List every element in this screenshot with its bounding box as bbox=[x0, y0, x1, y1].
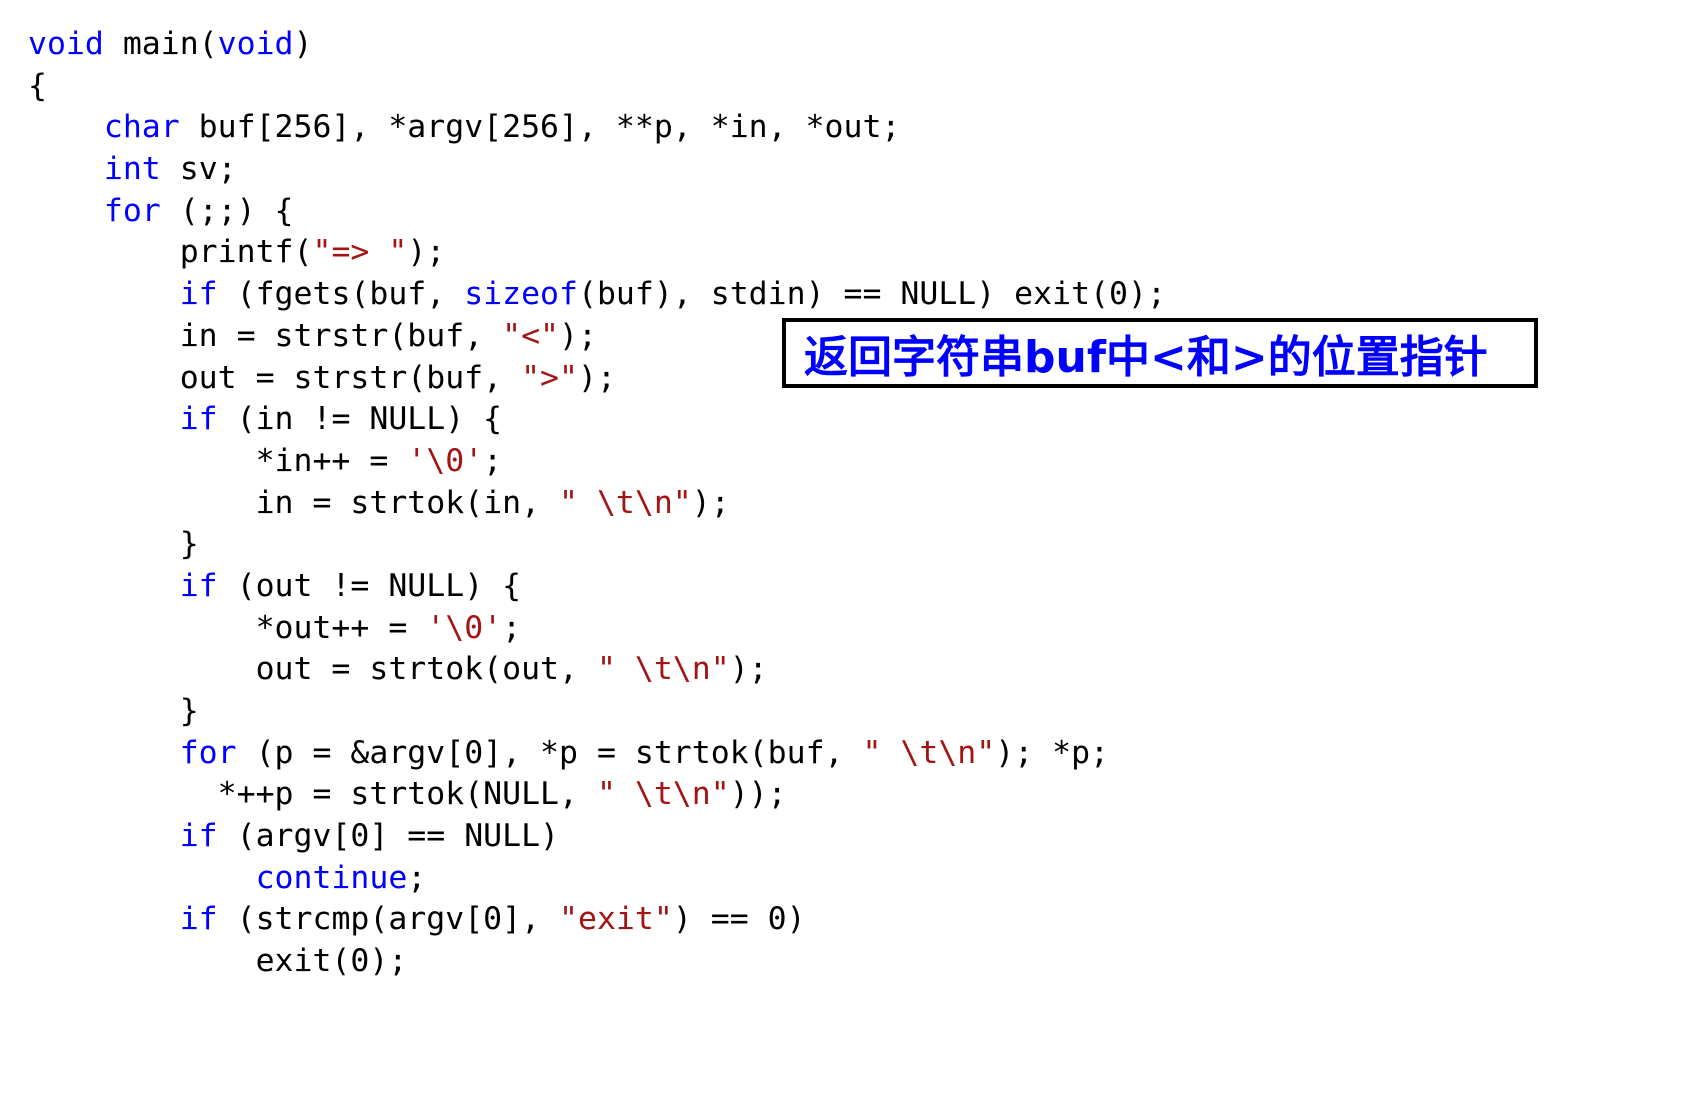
code-text: ); bbox=[559, 317, 597, 354]
code-line: void main(void) bbox=[28, 24, 1166, 66]
code-text: (strcmp(argv[0], bbox=[217, 901, 560, 938]
code-line: if (argv[0] == NULL) bbox=[28, 816, 1166, 858]
code-line: int sv; bbox=[28, 149, 1166, 191]
code-text: main( bbox=[103, 26, 218, 62]
code-text: } bbox=[28, 693, 199, 729]
annotation-text: 返回字符串buf中<和>的位置指针 bbox=[804, 332, 1488, 383]
code-text: *in++ = bbox=[28, 442, 408, 479]
code-text: ) == 0) bbox=[672, 901, 806, 938]
code-string-literal: " \t\n" bbox=[559, 484, 692, 521]
code-text: (p = &argv[0], *p = strtok(buf, bbox=[236, 734, 863, 771]
code-text: { bbox=[28, 67, 47, 104]
code-line: if (fgets(buf, sizeof(buf), stdin) == NU… bbox=[28, 274, 1166, 316]
code-line: if (out != NULL) { bbox=[28, 566, 1166, 608]
code-keyword: if bbox=[179, 276, 218, 313]
code-string-literal: ">" bbox=[521, 359, 578, 396]
code-keyword: if bbox=[179, 401, 218, 438]
code-keyword: if bbox=[179, 567, 218, 604]
code-line: if (strcmp(argv[0], "exit") == 0) bbox=[28, 899, 1166, 941]
code-line: continue; bbox=[28, 858, 1166, 900]
code-listing: void main(void){ char buf[256], *argv[25… bbox=[28, 24, 1166, 983]
code-text: *out++ = bbox=[28, 609, 427, 646]
code-text: (in != NULL) { bbox=[217, 401, 503, 438]
code-line: in = strtok(in, " \t\n"); bbox=[28, 483, 1166, 525]
code-line: *in++ = '\0'; bbox=[28, 441, 1166, 483]
code-keyword: void bbox=[28, 26, 104, 62]
code-string-literal: "exit" bbox=[559, 901, 673, 938]
code-string-literal: "<" bbox=[502, 317, 560, 354]
code-keyword: for bbox=[179, 734, 237, 771]
code-string-literal: " \t\n" bbox=[596, 651, 730, 688]
code-text: buf[256], *argv[256], **p, *in, *out; bbox=[179, 109, 901, 146]
code-text: ) bbox=[293, 26, 313, 62]
annotation-callout: 返回字符串buf中<和>的位置指针 bbox=[782, 318, 1538, 388]
code-text: (buf), stdin) == NULL) exit(0); bbox=[578, 276, 1166, 313]
code-string-literal: " \t\n" bbox=[596, 776, 730, 813]
code-text: ); bbox=[729, 651, 768, 688]
code-keyword: if bbox=[179, 901, 218, 938]
code-text: ); bbox=[691, 484, 730, 521]
code-keyword: sizeof bbox=[464, 276, 578, 313]
code-line: for (p = &argv[0], *p = strtok(buf, " \t… bbox=[28, 733, 1166, 775]
code-keyword: int bbox=[103, 151, 161, 188]
code-text: exit(0); bbox=[28, 943, 408, 980]
code-line: exit(0); bbox=[28, 941, 1166, 983]
code-text: ; bbox=[483, 442, 503, 479]
code-line: if (in != NULL) { bbox=[28, 399, 1166, 441]
code-text: ; bbox=[407, 859, 427, 896]
code-text: ; bbox=[502, 609, 522, 646]
code-text: } bbox=[28, 526, 199, 563]
code-text: out = strstr(buf, bbox=[28, 359, 522, 396]
code-text: sv; bbox=[160, 151, 237, 188]
code-text: ); *p; bbox=[995, 734, 1110, 771]
code-line: } bbox=[28, 691, 1166, 733]
code-string-literal: '\0' bbox=[407, 442, 484, 479]
code-keyword: continue bbox=[255, 859, 408, 896]
code-text: printf( bbox=[28, 234, 313, 271]
code-text: (argv[0] == NULL) bbox=[217, 818, 560, 855]
code-text: (fgets(buf, bbox=[217, 276, 465, 313]
code-keyword: void bbox=[217, 26, 294, 62]
code-text: in = strstr(buf, bbox=[28, 317, 503, 354]
code-text: (;;) { bbox=[160, 192, 294, 229]
code-keyword: if bbox=[179, 818, 218, 855]
code-text: out = strtok(out, bbox=[28, 651, 597, 688]
code-keyword: for bbox=[103, 192, 161, 229]
code-text: ); bbox=[407, 234, 446, 271]
code-string-literal: '\0' bbox=[426, 609, 503, 646]
code-text: ); bbox=[578, 359, 616, 396]
code-keyword: char bbox=[103, 109, 180, 146]
code-line: *++p = strtok(NULL, " \t\n")); bbox=[28, 774, 1166, 816]
code-line: char buf[256], *argv[256], **p, *in, *ou… bbox=[28, 107, 1166, 149]
code-line: } bbox=[28, 524, 1166, 566]
code-line: *out++ = '\0'; bbox=[28, 608, 1166, 650]
code-text: )); bbox=[729, 776, 787, 813]
code-text: *++p = strtok(NULL, bbox=[28, 776, 597, 813]
code-text: in = strtok(in, bbox=[28, 484, 560, 521]
code-string-literal: "=> " bbox=[312, 234, 408, 271]
code-line: { bbox=[28, 66, 1166, 108]
code-line: printf("=> "); bbox=[28, 232, 1166, 274]
code-line: for (;;) { bbox=[28, 191, 1166, 233]
code-string-literal: " \t\n" bbox=[862, 734, 996, 771]
code-line: out = strtok(out, " \t\n"); bbox=[28, 649, 1166, 691]
code-text: (out != NULL) { bbox=[217, 567, 522, 604]
